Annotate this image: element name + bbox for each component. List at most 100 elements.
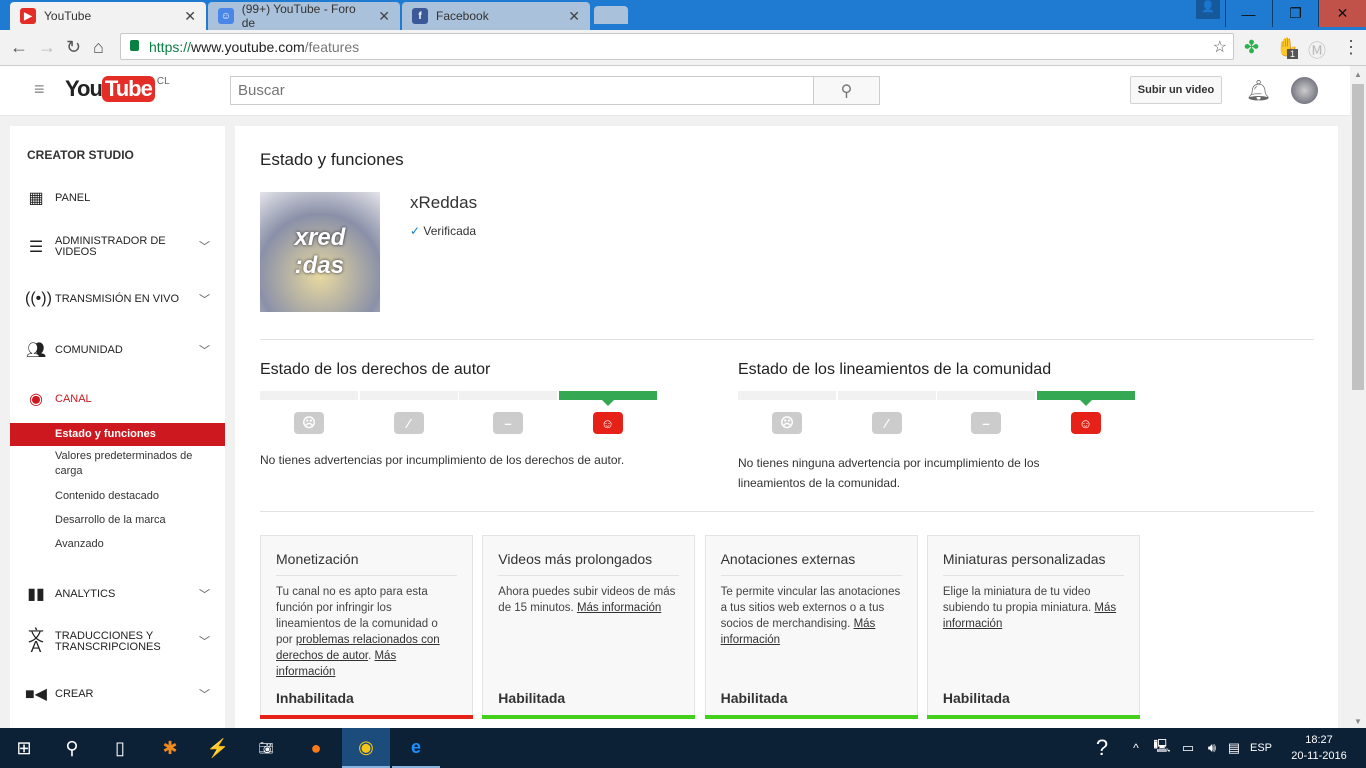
copyright-status-meter: ☹ ⁄ – ☺	[260, 391, 660, 441]
restore-button[interactable]: ❐	[1272, 0, 1318, 27]
firefox-icon[interactable]: ●	[292, 728, 340, 768]
chevron-down-icon: ﹀	[199, 635, 210, 648]
search-input[interactable]	[230, 76, 814, 105]
close-tab-icon[interactable]: ✕	[378, 8, 390, 25]
verified-label: Verificada	[423, 224, 477, 238]
avatar[interactable]	[1291, 77, 1318, 104]
channel-name[interactable]: xReddas	[410, 193, 477, 213]
reload-icon[interactable]: ↻	[66, 37, 81, 58]
status-segment	[558, 391, 657, 400]
chevron-down-icon: ﹀	[199, 589, 210, 601]
volume-icon[interactable]: 🔊︎	[1200, 728, 1224, 768]
creator-studio-title: CREATOR STUDIO	[27, 148, 134, 162]
status-segment	[359, 391, 458, 400]
copyright-issues-link[interactable]: problemas relacionados con derechos de a…	[276, 634, 440, 662]
scrollbar-thumb[interactable]	[1352, 84, 1364, 390]
scrollbar[interactable]: ▲ ▼	[1350, 66, 1366, 728]
battery-icon[interactable]: ▭	[1176, 728, 1200, 768]
bookmark-star-icon[interactable]: ☆	[1213, 37, 1227, 57]
sidebar-item-live[interactable]: ((•)) TRANSMISIÓN EN VIVO ﹀	[10, 290, 225, 308]
sidebar-item-create[interactable]: ■◀ CREAR ﹀	[10, 684, 225, 704]
tab-title: (99+) YouTube - Foro de	[241, 2, 356, 30]
pointer-triangle	[601, 400, 614, 412]
sidebar-item-panel[interactable]: ▦ PANEL	[10, 188, 225, 208]
task-view-icon[interactable]: ▯	[96, 728, 144, 768]
search-button[interactable]: ⚲	[813, 76, 880, 105]
chevron-down-icon: ﹀	[199, 689, 210, 701]
sad-face-icon: ☹	[294, 412, 324, 434]
channel-avatar[interactable]: xred:das	[260, 192, 380, 312]
avast-icon[interactable]: ✱	[146, 728, 194, 768]
sidebar-subitem-branding[interactable]: Desarrollo de la marca	[10, 513, 225, 528]
happy-face-icon: ☺	[1070, 412, 1101, 434]
more-info-link[interactable]: Más información	[577, 602, 661, 614]
sidebar-item-analytics[interactable]: ▮▮ ANALYTICS ﹀	[10, 584, 225, 604]
taskbar: ⊞ ⚲ ▯ ✱ ⚡ 📷︎ ● ◉ e ? ^ 🖳︎ ▭ 🔊︎ ▤ ESP 18:…	[0, 728, 1366, 768]
copyright-status-text: No tienes advertencias por incumplimient…	[260, 453, 625, 467]
feature-title: Monetización	[276, 551, 457, 576]
close-tab-icon[interactable]: ✕	[568, 8, 580, 25]
help-icon[interactable]: ?	[1078, 728, 1126, 768]
url-input[interactable]: https://www.youtube.com/features ☆	[120, 33, 1234, 60]
clock[interactable]: 18:27 20-11-2016	[1284, 732, 1354, 764]
avast-extension-icon[interactable]: ✤	[1244, 37, 1259, 58]
sidebar-item-label: COMUNIDAD	[55, 344, 123, 356]
tab-youtube[interactable]: ▶ YouTube ✕	[10, 2, 206, 30]
analytics-icon: ▮▮	[27, 586, 45, 603]
scroll-down-icon[interactable]: ▼	[1354, 717, 1362, 726]
youtube-icon: ▶	[20, 8, 36, 24]
sidebar-item-translations[interactable]: 文A TRADUCCIONES Y TRANSCRIPCIONES ﹀	[10, 628, 225, 656]
scroll-up-icon[interactable]: ▲	[1354, 70, 1362, 79]
search-icon[interactable]: ⚲	[48, 728, 96, 768]
feature-status-bar	[704, 715, 918, 719]
chevron-down-icon: ﹀	[199, 345, 210, 357]
youtube-header: ≡ You Tube CL ⚲ Subir un video 🔔︎	[0, 66, 1350, 116]
chrome-icon[interactable]: ◉	[342, 728, 390, 768]
tab-foro[interactable]: ☺ (99+) YouTube - Foro de ✕	[208, 2, 400, 30]
sidebar-subitem-featured[interactable]: Contenido destacado	[10, 489, 225, 504]
show-hidden-icons[interactable]: ^	[1124, 728, 1148, 768]
menu-icon[interactable]: ⋮	[1342, 37, 1360, 58]
sidebar-item-label: CANAL	[55, 393, 92, 405]
lightning-app-icon[interactable]: ⚡	[194, 728, 242, 768]
tab-facebook[interactable]: f Facebook ✕	[402, 2, 590, 30]
translate-icon: 文A	[27, 628, 44, 656]
browser-tab-strip: ▶ YouTube ✕ ☺ (99+) YouTube - Foro de ✕ …	[0, 0, 1366, 30]
network-icon[interactable]: 🖳︎	[1150, 728, 1174, 768]
windows-start-icon[interactable]: ⊞	[0, 728, 48, 768]
sidebar-item-community[interactable]: 👥︎ COMUNIDAD ﹀	[10, 340, 225, 360]
upload-button[interactable]: Subir un video	[1130, 76, 1222, 104]
profile-icon[interactable]: 👤	[1196, 0, 1220, 19]
extension-m-icon[interactable]: Ⓜ	[1308, 37, 1326, 63]
edge-icon[interactable]: e	[392, 728, 440, 768]
community-status-meter: ☹ ⁄ – ☺	[738, 391, 1138, 441]
close-window-button[interactable]: ✕	[1318, 0, 1366, 27]
sidebar-subitem-advanced[interactable]: Avanzado	[10, 537, 225, 552]
back-icon[interactable]: ←	[10, 37, 28, 58]
action-center-icon[interactable]: ▤	[1222, 728, 1246, 768]
feature-status: Habilitada	[942, 690, 1010, 706]
sidebar-item-label: TRADUCCIONES Y TRANSCRIPCIONES	[55, 630, 161, 653]
close-tab-icon[interactable]: ✕	[184, 8, 196, 25]
home-icon[interactable]: ⌂	[93, 37, 104, 58]
sidebar-item-label: PANEL	[55, 192, 91, 204]
youtube-logo[interactable]: You Tube CL	[65, 76, 170, 102]
camera-app-icon[interactable]: 📷︎	[242, 728, 290, 768]
video-manager-icon: ☰	[28, 238, 44, 256]
sidebar-item-channel[interactable]: ◉ CANAL	[10, 389, 225, 409]
sidebar-subitem-status[interactable]: Estado y funciones	[10, 423, 225, 446]
main-content: Estado y funciones xred:das xReddas ✓ Ve…	[235, 126, 1338, 728]
language-indicator[interactable]: ESP	[1246, 728, 1276, 768]
hamburger-icon[interactable]: ≡	[34, 79, 45, 100]
lock-icon	[130, 40, 139, 51]
sidebar-item-video-manager[interactable]: ☰ ADMINISTRADOR DE VIDEOS ﹀	[10, 236, 225, 258]
notifications-bell-icon[interactable]: 🔔︎	[1246, 78, 1271, 103]
feature-description: Ahora puedes subir videos de más de 15 m…	[498, 584, 679, 616]
minimize-button[interactable]: —	[1225, 0, 1271, 27]
feature-title: Anotaciones externas	[720, 551, 902, 576]
sidebar-subitem-upload-defaults[interactable]: Valores predeterminados de carga	[10, 449, 200, 479]
neutral-face-icon: –	[971, 412, 1001, 434]
forward-icon[interactable]: →	[38, 37, 56, 58]
clock-date: 20-11-2016	[1291, 750, 1347, 762]
new-tab-button[interactable]	[594, 6, 628, 24]
